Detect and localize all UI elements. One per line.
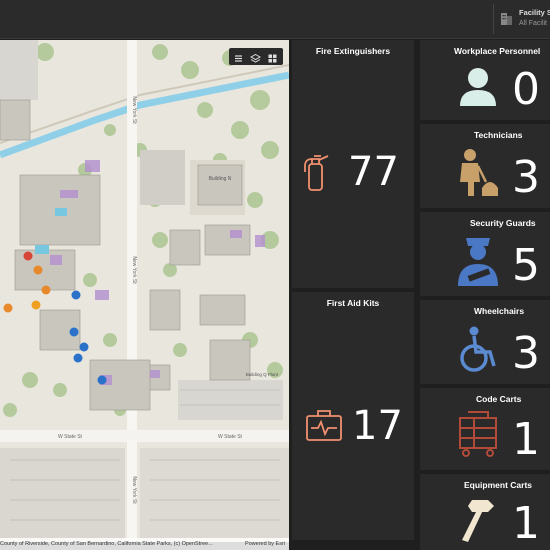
facility-selector[interactable]: Facility S All Facilit: [498, 6, 550, 32]
code-carts-indicator: Code Carts 1: [420, 388, 550, 470]
technicians-indicator: Technicians 3: [420, 124, 550, 208]
hammer-icon: [462, 500, 494, 542]
workplace-personnel-indicator: Workplace Personnel 0: [420, 40, 550, 120]
wheelchair-icon: [460, 326, 496, 372]
building-icon: [501, 13, 512, 25]
first-aid-kit-icon: [306, 410, 342, 441]
header-divider: [493, 4, 494, 34]
indicator-value: 3: [512, 328, 540, 379]
indicator-value: 17: [352, 403, 403, 449]
indicator-value: 5: [512, 240, 540, 291]
building-label: Building N: [209, 176, 232, 182]
road-label: New York St: [131, 256, 137, 284]
building-label: Building Q Plant: [246, 372, 279, 377]
road-label: New York St: [131, 476, 137, 504]
road-label: New York St: [131, 96, 137, 124]
indicator-title: Workplace Personnel: [454, 46, 541, 56]
fire-extinguisher-icon: [304, 155, 329, 191]
map-canvas: New York St New York St New York St W St…: [0, 40, 289, 542]
indicator-value: 0: [512, 64, 540, 115]
indicator-title: Wheelchairs: [474, 306, 525, 316]
security-guards-indicator: Security Guards 5: [420, 212, 550, 296]
map-attribution: County of Riverside, County of San Berna…: [0, 538, 289, 550]
technician-icon: [460, 149, 498, 196]
layers-icon[interactable]: [249, 51, 262, 63]
security-guard-icon: [458, 238, 498, 286]
list-icon[interactable]: [233, 51, 244, 62]
map-toolbar: [229, 48, 283, 65]
indicator-title: Code Carts: [476, 394, 522, 404]
indicator-title: First Aid Kits: [326, 298, 380, 308]
indicator-title: Security Guards: [470, 218, 536, 228]
grid-icon[interactable]: [267, 51, 278, 63]
wheelchairs-indicator: Wheelchairs 3: [420, 300, 550, 384]
fire-extinguishers-indicator: Fire Extinguishers 77: [292, 40, 414, 288]
first-aid-kits-indicator: First Aid Kits 17: [292, 292, 414, 540]
campus-map[interactable]: New York St New York St New York St W St…: [0, 40, 289, 542]
indicator-value: 1: [512, 498, 540, 549]
attribution-text: County of Riverside, County of San Berna…: [0, 541, 213, 547]
indicator-value: 1: [512, 414, 540, 465]
facility-selector-value: All Facilit: [519, 20, 548, 27]
indicator-title: Equipment Carts: [464, 480, 533, 490]
powered-by-esri: Powered by Esri: [244, 541, 285, 547]
person-icon: [460, 68, 496, 106]
indicator-title: Fire Extinguishers: [315, 46, 391, 56]
facility-selector-title: Facility S: [519, 8, 550, 17]
code-cart-icon: [459, 411, 497, 457]
header-bar: Facility S All Facilit: [0, 0, 550, 39]
equipment-carts-indicator: Equipment Carts 1: [420, 474, 550, 550]
indicator-title: Technicians: [474, 130, 523, 140]
indicator-value: 3: [512, 152, 540, 203]
road-label: W State St: [58, 434, 83, 440]
road-label: W State St: [218, 434, 243, 440]
indicator-value: 77: [348, 149, 399, 195]
